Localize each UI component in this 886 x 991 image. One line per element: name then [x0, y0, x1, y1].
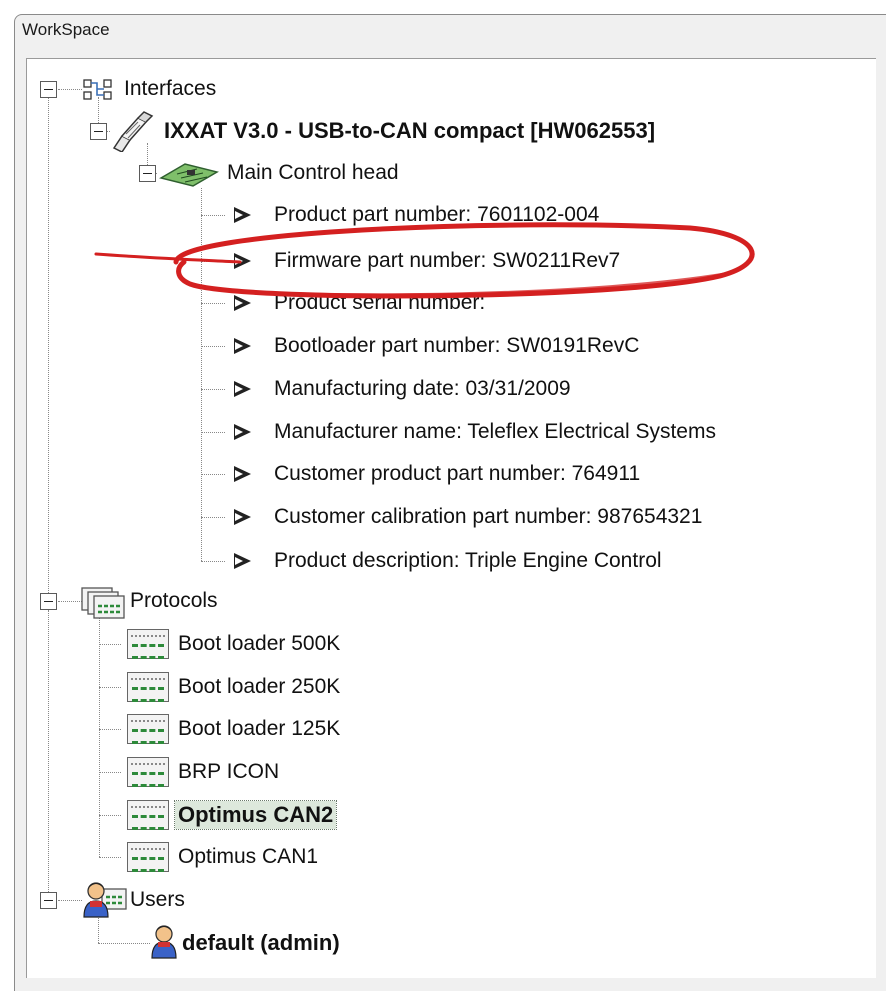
- workspace-tree: Interfaces IXXAT V3.0 - USB-to-CAN compa…: [0, 0, 886, 991]
- annotation-highlight-ellipse: [94, 222, 755, 299]
